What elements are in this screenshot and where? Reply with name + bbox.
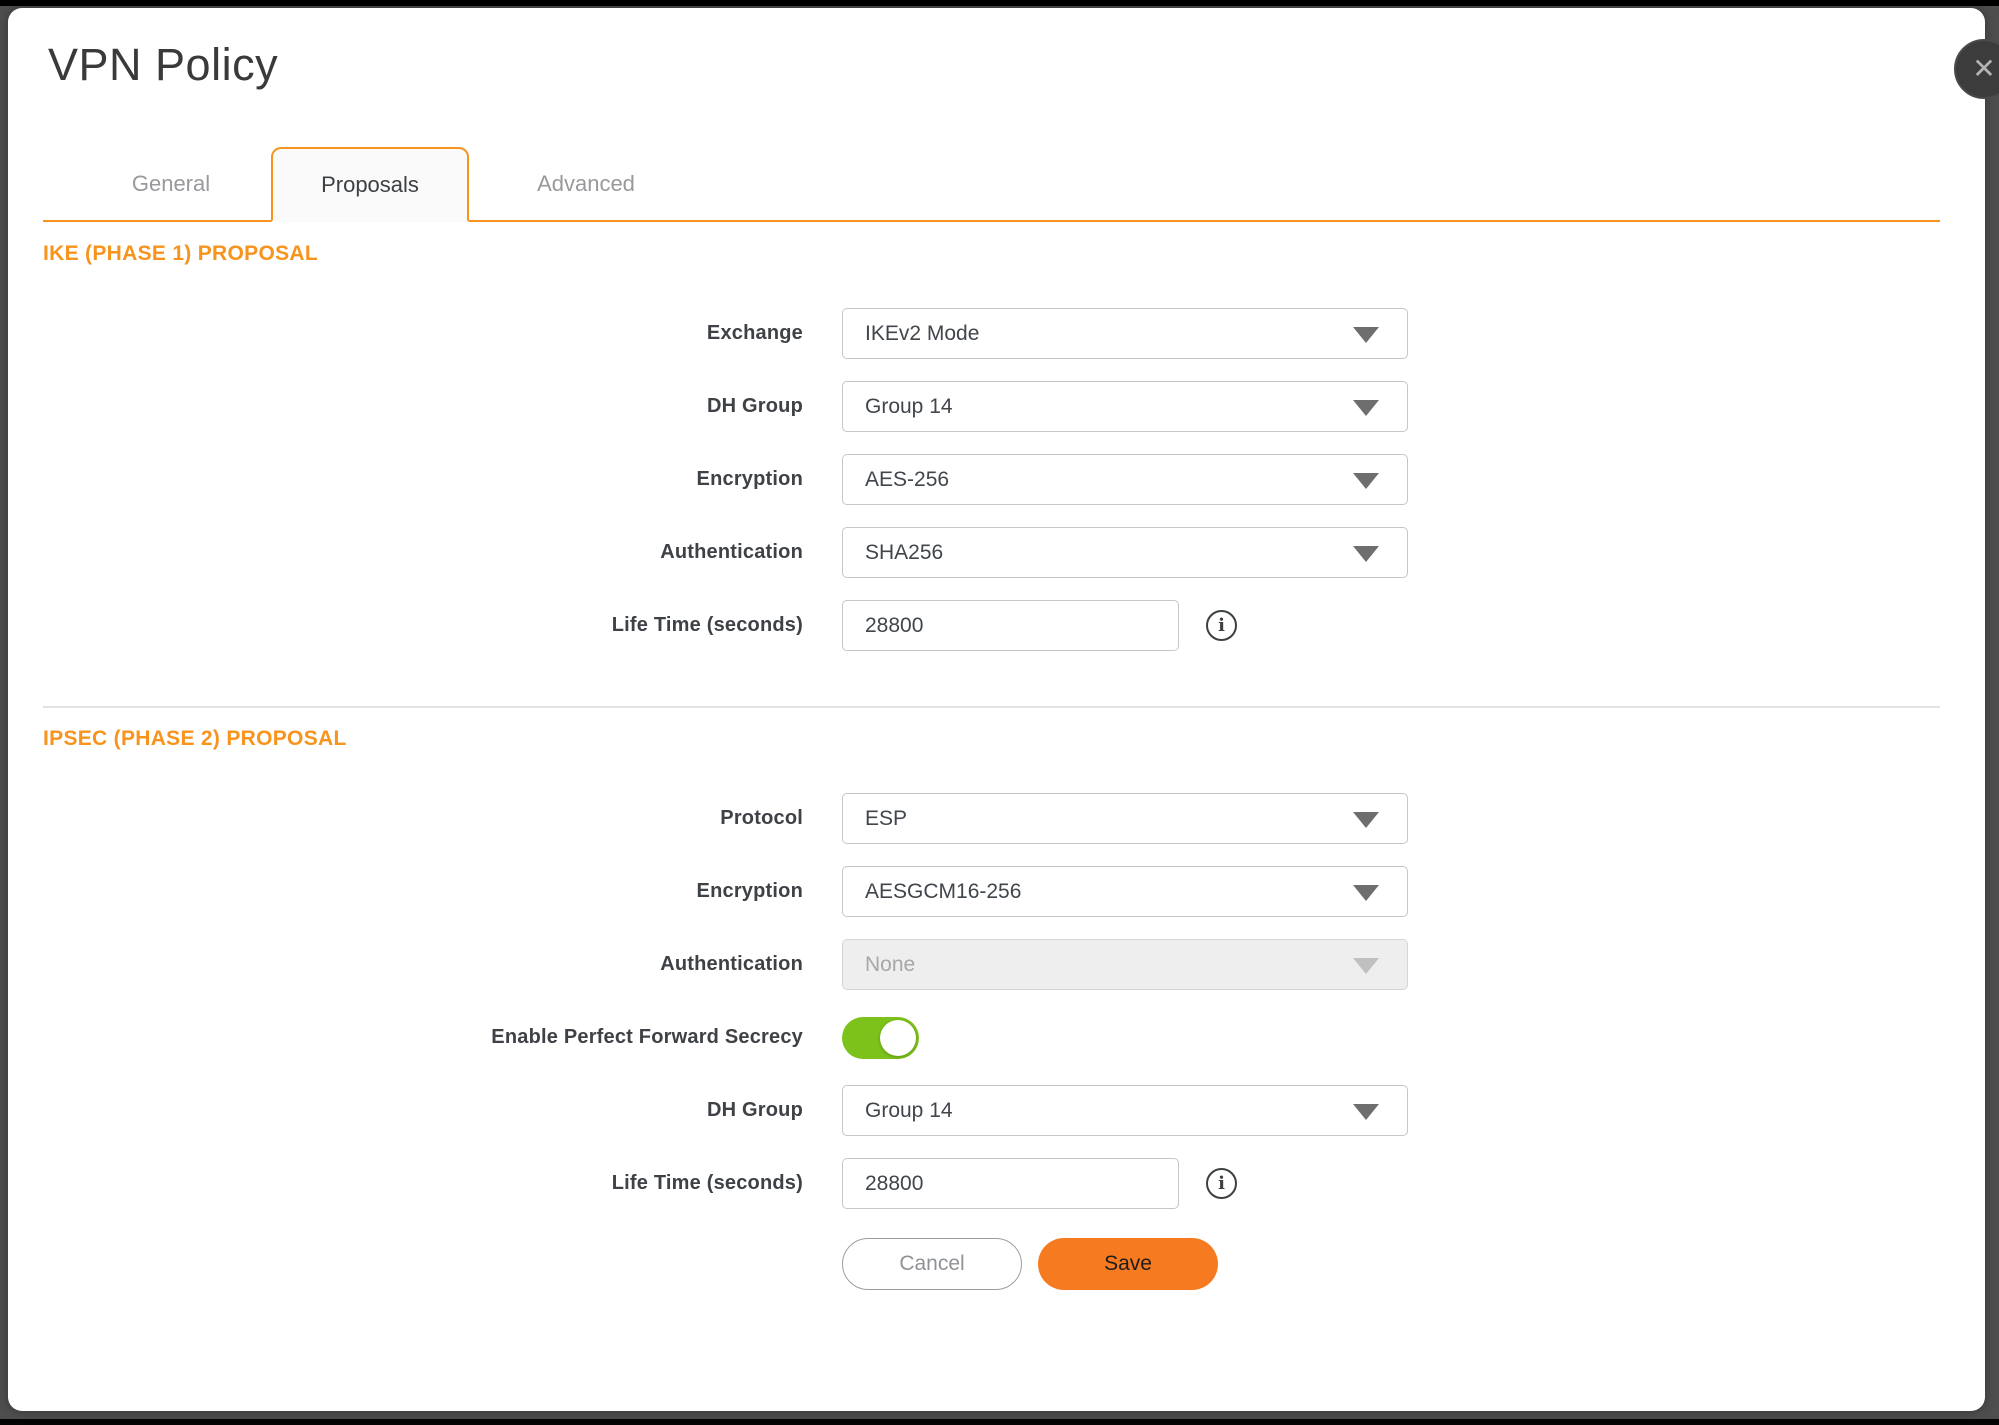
ike-encryption-row: Encryption AES-256 (43, 454, 1940, 505)
tab-bar: General Proposals Advanced (43, 147, 1940, 222)
pfs-label: Enable Perfect Forward Secrecy (43, 1026, 803, 1049)
ipsec-authentication-select-disabled: None (842, 939, 1408, 990)
info-icon[interactable]: i (1206, 1168, 1237, 1199)
exchange-label: Exchange (43, 322, 803, 345)
chevron-down-icon (1353, 473, 1379, 489)
ipsec-section-heading: IPSEC (PHASE 2) PROPOSAL (43, 727, 1940, 751)
ipsec-dh-group-value: Group 14 (865, 1099, 953, 1123)
page-title: VPN Policy (48, 38, 1985, 92)
ike-authentication-value: SHA256 (865, 541, 943, 565)
ipsec-authentication-row: Authentication None (43, 939, 1940, 990)
modal-backdrop: ✕ VPN Policy General Proposals Advanced … (0, 0, 1999, 1425)
ike-encryption-value: AES-256 (865, 468, 949, 492)
section-divider (43, 706, 1940, 708)
chevron-down-icon (1353, 812, 1379, 828)
ipsec-life-time-label: Life Time (seconds) (43, 1172, 803, 1195)
chevron-down-icon (1353, 885, 1379, 901)
protocol-row: Protocol ESP (43, 793, 1940, 844)
ike-life-time-label: Life Time (seconds) (43, 614, 803, 637)
ike-encryption-label: Encryption (43, 468, 803, 491)
info-icon[interactable]: i (1206, 610, 1237, 641)
tab-proposals[interactable]: Proposals (271, 147, 469, 222)
dialog-content: IKE (PHASE 1) PROPOSAL Exchange IKEv2 Mo… (43, 242, 1940, 1290)
vpn-policy-dialog: VPN Policy General Proposals Advanced IK… (8, 8, 1985, 1411)
ipsec-life-time-row: Life Time (seconds) i (43, 1158, 1940, 1209)
exchange-select[interactable]: IKEv2 Mode (842, 308, 1408, 359)
ike-dh-group-label: DH Group (43, 395, 803, 418)
ipsec-form: Protocol ESP Encryption AESGCM16-256 (43, 793, 1940, 1209)
ike-encryption-select[interactable]: AES-256 (842, 454, 1408, 505)
ike-dh-group-value: Group 14 (865, 395, 953, 419)
chevron-down-icon (1353, 327, 1379, 343)
protocol-select[interactable]: ESP (842, 793, 1408, 844)
ipsec-authentication-label: Authentication (43, 953, 803, 976)
ipsec-encryption-value: AESGCM16-256 (865, 880, 1021, 904)
ike-section-heading: IKE (PHASE 1) PROPOSAL (43, 242, 1940, 266)
toggle-knob (880, 1020, 916, 1056)
ipsec-authentication-value: None (865, 953, 915, 977)
ike-dh-group-select[interactable]: Group 14 (842, 381, 1408, 432)
ipsec-dh-group-row: DH Group Group 14 (43, 1085, 1940, 1136)
ipsec-encryption-label: Encryption (43, 880, 803, 903)
cancel-button[interactable]: Cancel (842, 1238, 1022, 1290)
ike-dh-group-row: DH Group Group 14 (43, 381, 1940, 432)
ipsec-dh-group-label: DH Group (43, 1099, 803, 1122)
ipsec-dh-group-select[interactable]: Group 14 (842, 1085, 1408, 1136)
tab-general[interactable]: General (81, 147, 261, 220)
chevron-down-icon (1353, 1104, 1379, 1120)
ike-authentication-row: Authentication SHA256 (43, 527, 1940, 578)
ipsec-encryption-select[interactable]: AESGCM16-256 (842, 866, 1408, 917)
chevron-down-icon (1353, 400, 1379, 416)
save-button[interactable]: Save (1038, 1238, 1218, 1290)
dialog-footer: Cancel Save (842, 1238, 1940, 1290)
chevron-down-icon (1353, 958, 1379, 974)
pfs-row: Enable Perfect Forward Secrecy (43, 1012, 1940, 1063)
exchange-row: Exchange IKEv2 Mode (43, 308, 1940, 359)
ipsec-life-time-input[interactable] (842, 1158, 1179, 1209)
ike-form: Exchange IKEv2 Mode DH Group Group 14 (43, 308, 1940, 651)
chevron-down-icon (1353, 546, 1379, 562)
ike-authentication-label: Authentication (43, 541, 803, 564)
pfs-toggle-on[interactable] (842, 1017, 919, 1059)
exchange-value: IKEv2 Mode (865, 322, 979, 346)
ike-life-time-row: Life Time (seconds) i (43, 600, 1940, 651)
ike-authentication-select[interactable]: SHA256 (842, 527, 1408, 578)
ipsec-encryption-row: Encryption AESGCM16-256 (43, 866, 1940, 917)
protocol-value: ESP (865, 807, 907, 831)
protocol-label: Protocol (43, 807, 803, 830)
tab-advanced[interactable]: Advanced (469, 147, 703, 220)
ike-life-time-input[interactable] (842, 600, 1179, 651)
